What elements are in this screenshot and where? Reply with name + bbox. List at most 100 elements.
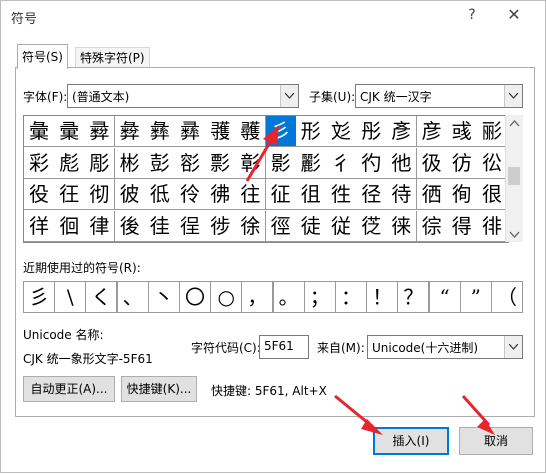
recent-symbol-cell[interactable]: \ (54, 281, 87, 313)
char-code-input[interactable]: 5F61 (259, 335, 309, 359)
recent-symbol-cell[interactable]: ” (459, 281, 492, 313)
symbol-cell[interactable]: 彚 (54, 116, 86, 147)
symbol-cell[interactable]: 彧 (446, 116, 478, 147)
symbol-cell[interactable]: 徂 (295, 179, 327, 210)
recent-symbol-cell[interactable]: ○ (210, 281, 243, 313)
insert-button[interactable]: 插入(I) (373, 427, 449, 455)
recent-symbol-cell[interactable]: ！ (366, 281, 399, 313)
symbol-cell[interactable]: 彷 (446, 147, 478, 179)
symbol-cell[interactable]: 彩 (24, 147, 55, 179)
recent-symbol-cell[interactable]: ？ (397, 281, 430, 313)
recent-symbol-cell[interactable]: 丶 (147, 281, 180, 313)
symbol-cell[interactable]: 徐 (235, 210, 267, 242)
recent-symbol-cell[interactable]: ， (241, 281, 274, 313)
scroll-up-icon[interactable] (509, 119, 520, 129)
symbol-cell[interactable]: 往 (235, 179, 267, 210)
symbol-cell[interactable]: 律 (84, 210, 116, 242)
symbol-cell[interactable]: 彼 (114, 179, 146, 210)
symbol-cell[interactable]: 徊 (54, 210, 86, 242)
symbol-cell[interactable]: 彪 (54, 147, 86, 179)
symbol-cell[interactable]: 徖 (416, 210, 448, 242)
symbol-cell[interactable]: 従 (326, 210, 357, 242)
recent-symbol-cell[interactable]: “ (428, 281, 461, 313)
symbol-cell[interactable]: 徑 (265, 210, 297, 242)
recent-symbol-cell[interactable]: 彡 (23, 281, 55, 313)
symbol-grid-scrollbar[interactable] (505, 115, 523, 242)
symbol-cell[interactable]: 徏 (205, 210, 237, 242)
symbol-cell[interactable]: 徘 (477, 210, 508, 242)
symbol-cell[interactable]: 徇 (446, 179, 478, 210)
symbol-cell[interactable]: 得 (446, 210, 478, 242)
symbol-cell[interactable]: 彸 (477, 147, 508, 179)
symbol-cell[interactable]: 彦 (416, 116, 448, 147)
subset-select[interactable]: CJK 统一汉字 (355, 84, 523, 108)
scroll-down-icon[interactable] (509, 229, 520, 239)
symbol-cell[interactable]: 彾 (175, 179, 206, 210)
symbol-cell[interactable]: 徍 (144, 210, 176, 242)
symbol-cell[interactable]: 彞 (175, 116, 206, 147)
symbol-cell[interactable]: 彲 (295, 147, 327, 179)
symbol-cell[interactable]: 征 (265, 179, 297, 210)
symbol-cell[interactable]: 影 (265, 147, 297, 179)
symbol-cell[interactable]: 役 (24, 179, 55, 210)
symbol-cell[interactable]: 彟 (205, 116, 237, 147)
symbol-cell[interactable]: 徃 (326, 179, 357, 210)
symbol-cell[interactable]: 彜 (114, 116, 146, 147)
symbol-cell[interactable]: 彽 (144, 179, 176, 210)
recent-symbol-cell[interactable]: ； (303, 281, 336, 313)
symbol-cell[interactable]: 彨 (477, 116, 508, 147)
dialog-title: 符号 (11, 12, 38, 27)
symbol-cell[interactable]: 徒 (295, 210, 327, 242)
close-icon[interactable]: ✕ (504, 5, 524, 25)
chevron-down-icon[interactable] (504, 85, 522, 107)
symbol-cell[interactable]: 彡 (265, 116, 297, 147)
cancel-button[interactable]: 取消 (459, 427, 533, 455)
symbol-cell[interactable]: 彙 (24, 116, 55, 147)
symbol-cell[interactable]: 徕 (386, 210, 418, 242)
symbol-cell[interactable]: 彤 (356, 116, 388, 147)
symbol-cell[interactable]: 彯 (205, 147, 237, 179)
question-icon[interactable]: ? (464, 7, 480, 25)
scrollbar-thumb[interactable] (508, 167, 520, 185)
symbol-cell[interactable]: 彛 (84, 116, 116, 147)
tab-special-characters[interactable]: 特殊字符(P) (75, 47, 150, 68)
from-select[interactable]: Unicode(十六进制) (367, 335, 523, 359)
symbol-cell[interactable]: 彫 (84, 147, 116, 179)
recent-symbol-cell[interactable]: 、 (116, 281, 149, 313)
symbol-cell[interactable]: 彶 (416, 147, 448, 179)
autocorrect-button[interactable]: 自动更正(A)... (23, 376, 115, 402)
tab-symbols[interactable]: 符号(S) (17, 44, 68, 69)
symbol-cell[interactable]: 彻 (84, 179, 116, 210)
symbol-cell[interactable]: 後 (114, 210, 146, 242)
symbol-cell[interactable]: 徆 (416, 179, 448, 210)
recent-symbol-cell[interactable]: 。 (272, 281, 305, 313)
symbol-cell[interactable]: 很 (477, 179, 508, 210)
symbol-cell[interactable]: 徉 (24, 210, 55, 242)
symbol-cell[interactable]: 彳 (326, 147, 357, 179)
recent-symbol-cell[interactable]: （ (491, 281, 523, 313)
symbol-cell[interactable]: 彠 (235, 116, 267, 147)
symbol-cell[interactable]: 彬 (114, 147, 146, 179)
shortcut-key-button[interactable]: 快捷键(K)... (121, 376, 197, 402)
symbol-cell[interactable]: 待 (386, 179, 418, 210)
chevron-down-icon[interactable] (280, 85, 298, 107)
symbol-cell[interactable]: 彰 (235, 147, 267, 179)
recent-symbol-cell[interactable]: ： (335, 281, 367, 313)
recent-symbol-cell[interactable]: 〇 (179, 281, 211, 313)
symbol-cell[interactable]: 彴 (356, 147, 388, 179)
symbol-cell[interactable]: 彥 (386, 116, 418, 147)
symbol-cell[interactable]: 彣 (326, 116, 357, 147)
symbol-cell[interactable]: 彺 (54, 179, 86, 210)
symbol-cell[interactable]: 形 (295, 116, 327, 147)
symbol-cell[interactable]: 彿 (205, 179, 237, 210)
symbol-cell[interactable]: 徎 (175, 210, 206, 242)
symbol-cell[interactable]: 彵 (386, 147, 418, 179)
symbol-cell[interactable]: 彮 (175, 147, 206, 179)
symbol-cell[interactable]: 徔 (356, 210, 388, 242)
symbol-cell[interactable]: 彝 (144, 116, 176, 147)
symbol-cell[interactable]: 径 (356, 179, 388, 210)
recent-symbol-cell[interactable]: く (85, 281, 118, 313)
symbol-cell[interactable]: 彭 (144, 147, 176, 179)
font-select[interactable]: (普通文本) (67, 84, 299, 108)
chevron-down-icon[interactable] (504, 336, 522, 358)
